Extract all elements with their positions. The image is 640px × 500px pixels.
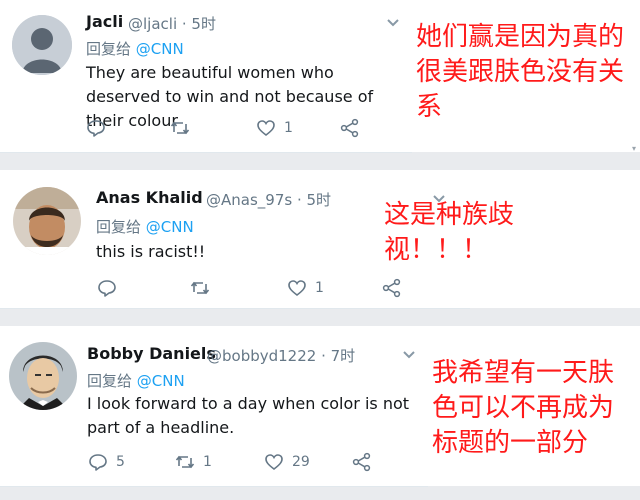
avatar[interactable]	[12, 15, 72, 75]
heart-icon	[288, 280, 306, 297]
share-action[interactable]	[340, 118, 360, 138]
handle-time[interactable]: @bobbyd1222 · 7时	[207, 345, 355, 366]
handle-time[interactable]: @Anas_97s · 5时	[206, 189, 331, 210]
reply-context: 回复给 @CNN	[86, 38, 184, 59]
like-action[interactable]: 1	[256, 118, 293, 138]
retweet-action[interactable]: 1	[175, 452, 212, 472]
reply-icon	[87, 120, 105, 137]
share-action[interactable]	[352, 452, 372, 472]
chinese-annotation: 这是种族歧视！！！	[384, 200, 515, 265]
tweet-text: I look forward to a day when color is no…	[87, 394, 410, 437]
chinese-annotation: 我希望有一天肤色可以不再成为标题的一部分	[432, 358, 615, 458]
heart-icon	[257, 120, 275, 137]
reply-context: 回复给 @CNN	[87, 370, 185, 391]
avatar[interactable]	[13, 187, 81, 255]
avatar[interactable]	[9, 342, 77, 410]
reply-action[interactable]	[97, 278, 125, 298]
chinese-annotation: 她们赢是因为真的很美跟肤色没有关系	[416, 22, 625, 122]
like-count: 29	[292, 454, 310, 470]
corner-mark: ▾	[632, 144, 637, 153]
like-count: 1	[284, 120, 293, 136]
chevron-down-icon[interactable]	[402, 350, 416, 360]
feed-separator	[0, 308, 640, 326]
retweet-icon	[175, 455, 195, 469]
reply-action[interactable]	[86, 118, 114, 138]
reply-count: 5	[116, 454, 125, 470]
reply-prefix: 回复给	[87, 372, 133, 390]
share-icon	[352, 452, 371, 472]
reply-context: 回复给 @CNN	[96, 216, 194, 237]
share-icon	[382, 278, 401, 298]
retweet-icon	[170, 121, 190, 135]
like-action[interactable]: 29	[264, 452, 310, 472]
like-action[interactable]: 1	[287, 278, 324, 298]
reply-icon	[89, 454, 107, 471]
retweet-icon	[190, 281, 210, 295]
display-name[interactable]: Bobby Daniels	[87, 344, 216, 363]
retweet-count: 1	[203, 454, 212, 470]
feed-separator	[0, 152, 640, 170]
reply-prefix: 回复给	[96, 218, 142, 236]
reply-prefix: 回复给	[86, 40, 132, 58]
reply-mention-link[interactable]: @CNN	[146, 218, 194, 236]
retweet-action[interactable]	[190, 278, 218, 298]
heart-icon	[265, 454, 283, 471]
share-action[interactable]	[382, 278, 402, 298]
reply-icon	[98, 280, 116, 297]
share-icon	[340, 118, 359, 138]
feed-separator	[0, 486, 640, 500]
retweet-action[interactable]	[170, 118, 198, 138]
display-name[interactable]: Anas Khalid	[96, 188, 203, 207]
reply-mention-link[interactable]: @CNN	[136, 40, 184, 58]
tweet-card[interactable]: Bobby Daniels @bobbyd1222 · 7时 回复给 @CNN …	[0, 326, 428, 487]
chevron-down-icon[interactable]	[386, 18, 400, 28]
display-name[interactable]: Jacli	[86, 12, 123, 31]
reply-mention-link[interactable]: @CNN	[137, 372, 185, 390]
tweet-card[interactable]: Jacli @ljacli · 5时 回复给 @CNN They are bea…	[0, 0, 412, 153]
like-count: 1	[315, 280, 324, 296]
handle-time[interactable]: @ljacli · 5时	[128, 13, 216, 34]
reply-action[interactable]: 5	[88, 452, 125, 472]
